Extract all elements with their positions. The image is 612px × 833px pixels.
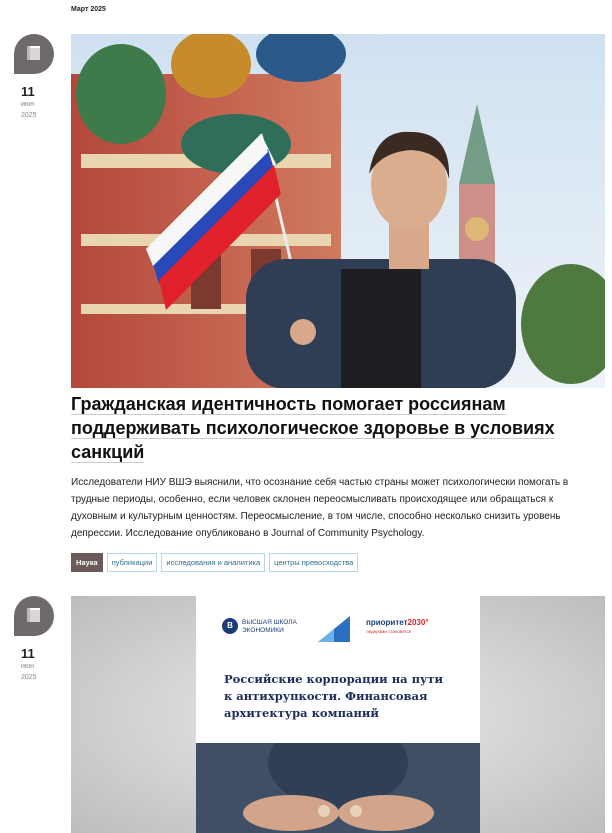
news-photo[interactable]: В ВЫСШАЯ ШКОЛА ЭКОНОМИКИ приоритет2030° … (71, 596, 605, 833)
hse-logo-icon: В (222, 618, 238, 634)
book-icon (27, 46, 40, 60)
book-bubble-icon (14, 596, 54, 636)
tag-research[interactable]: исследования и аналитика (161, 553, 266, 572)
book-icon (27, 608, 40, 622)
tag-list: Наука публикации исследования и аналитик… (71, 553, 359, 572)
archive-month-label[interactable]: Март 2025 (71, 6, 106, 13)
news-lead: Исследователи НИУ ВШЭ выяснили, что осоз… (71, 477, 569, 539)
news-headline[interactable]: Гражданская идентичность помогает россия… (71, 392, 571, 464)
date-month: июн (21, 663, 35, 670)
date-day: 11 (21, 84, 35, 99)
news-headline-link[interactable]: Гражданская идентичность помогает россия… (71, 394, 555, 463)
news-photo[interactable] (71, 34, 605, 388)
tag-centers[interactable]: центры превосходства (269, 553, 359, 572)
date-month: июн (21, 101, 35, 108)
date-block: 11 июн 2025 (14, 34, 58, 121)
date-year: 2025 (21, 112, 37, 119)
date-year: 2025 (21, 674, 37, 681)
program-logo-icon (318, 616, 350, 642)
date-day: 11 (21, 646, 35, 661)
priority-logo: приоритет2030° (366, 618, 429, 627)
report-cover: В ВЫСШАЯ ШКОЛА ЭКОНОМИКИ приоритет2030° … (196, 596, 480, 833)
news-item: 11 июн 2025 Гражданская идентичность пом… (0, 34, 612, 574)
news-item: 11 июн 2025 В ВЫСШАЯ ШКОЛА ЭКОНОМИКИ при… (0, 596, 612, 833)
cover-photo (196, 743, 480, 833)
report-title: Российские корпорации на пути к антихруп… (224, 672, 443, 720)
tag-publications[interactable]: публикации (106, 553, 158, 572)
book-bubble-icon (14, 34, 54, 74)
date-block: 11 июн 2025 (14, 596, 58, 683)
priority-logo-subtitle: лидерами становятся (366, 629, 412, 634)
tag-science[interactable]: Наука (71, 553, 103, 572)
hse-logo-text: ВЫСШАЯ ШКОЛА ЭКОНОМИКИ (242, 619, 297, 634)
